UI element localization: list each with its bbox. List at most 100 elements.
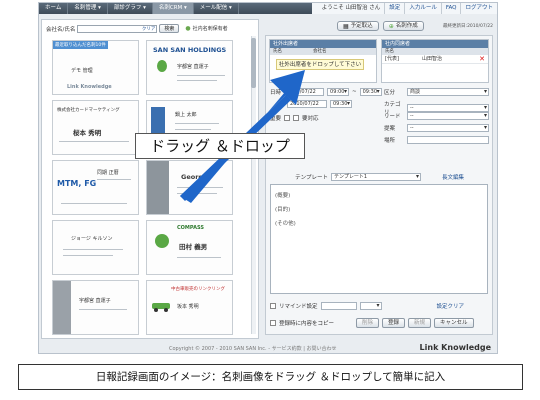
cancel-button[interactable]: キャンセル — [434, 318, 474, 328]
tilde-text: ~ — [352, 89, 357, 95]
car-icon — [152, 303, 170, 312]
card-text-line — [175, 129, 211, 130]
remind-date-input[interactable] — [320, 302, 357, 310]
card-text-line — [61, 203, 127, 204]
section-select[interactable]: 商談 — [407, 88, 489, 96]
place-input[interactable] — [407, 136, 489, 144]
nav-card-management[interactable]: 名刺管理 ▾ — [68, 3, 108, 14]
importance-checkbox[interactable] — [284, 115, 291, 121]
remind-time-select[interactable] — [359, 302, 382, 310]
internal-columns: 氏名 — [382, 48, 488, 55]
business-card[interactable]: 株式会社カードマーケティング 桜本 秀明 — [52, 100, 139, 155]
external-title: 社外出席者 — [270, 40, 376, 48]
settings-link[interactable]: 設定 — [384, 3, 404, 14]
importance-label: 重要 — [270, 116, 282, 122]
proposal-select[interactable]: -- — [407, 124, 489, 132]
scrollbar-thumb[interactable] — [251, 38, 256, 88]
logout-link[interactable]: ログアウト — [460, 3, 497, 14]
col-name: 氏名 — [385, 49, 394, 54]
card-company: 株式会社カードマーケティング — [57, 108, 120, 113]
create-card-label: 名刺作成 — [395, 22, 418, 29]
business-card[interactable]: 宇都宮 直運子 — [52, 280, 139, 335]
app-window: ホーム 名刺管理 ▾ 部診グラフ ▾ 名刺CRM ▾ メール配信 ▾ ようこそ … — [38, 2, 498, 354]
datetime-label: 日時 — [270, 90, 282, 96]
internal-role: [代表] — [385, 56, 399, 62]
purpose-section: (目的) — [275, 207, 291, 213]
template-label: テンプレート — [295, 175, 328, 181]
datetime-to-row: 2010/07/22 09:30 — [270, 100, 352, 108]
card-company: COMPASS — [177, 225, 204, 231]
template-select[interactable]: テンプレート1 — [331, 173, 421, 181]
business-card[interactable]: ジョージ キルソン — [52, 220, 139, 275]
remind-label: リマインド設定 — [279, 304, 318, 310]
date-from-input[interactable]: 2010/07/22 — [284, 88, 325, 96]
leaf-logo-icon — [157, 60, 167, 72]
new-button[interactable]: 新規 — [408, 318, 432, 328]
remind-checkbox[interactable] — [270, 303, 276, 309]
business-card[interactable]: George — [146, 160, 233, 215]
figure-caption: 日報記録画面のイメージ：名刺画像をドラッグ ＆ドロップして簡単に記入 — [18, 364, 523, 390]
card-name: 桜本 秀明 — [73, 129, 102, 137]
owner-label: 社内名刺保有者 — [192, 26, 228, 32]
business-card[interactable]: SAN SAN HOLDINGS 宇都宮 直運子 — [146, 40, 233, 95]
nav-mail[interactable]: メール配信 ▾ — [194, 3, 239, 14]
clear-link[interactable]: クリア — [142, 26, 156, 33]
followup-label: 要対応 — [302, 116, 319, 122]
internal-attendees-box: 社内同席者 氏名 [代表] 山田智治 ✕ — [381, 39, 489, 83]
remind-row: リマインド設定 設定クリア — [270, 302, 464, 310]
business-card[interactable]: MTM, FG 同期 正暦 — [52, 160, 139, 215]
business-card[interactable]: 最近取り込んだ名刺10件 デモ 管理 Link Knowledge — [52, 40, 139, 95]
top-nav: ホーム 名刺管理 ▾ 部診グラフ ▾ 名刺CRM ▾ メール配信 ▾ ようこそ … — [39, 3, 497, 14]
card-text-line — [177, 80, 217, 81]
card-text-line — [177, 193, 217, 194]
card-name: 宇都宮 直運子 — [177, 64, 209, 70]
business-card[interactable]: COMPASS 田村 義男 — [146, 220, 233, 275]
card-logo-block — [151, 107, 165, 135]
remind-clear-link[interactable]: 設定クリア — [437, 302, 465, 310]
nav-home[interactable]: ホーム — [39, 3, 69, 14]
col-company: 会社名 — [313, 49, 327, 54]
internal-row: [代表] 山田智治 ✕ — [382, 55, 488, 64]
drag-drop-callout: ドラッグ ＆ドロップ — [135, 133, 305, 159]
other-section: (その他) — [275, 221, 296, 227]
copy-checkbox[interactable] — [270, 320, 276, 326]
card-company: 中古車販売のリンクリング — [171, 287, 225, 292]
business-card[interactable]: 中古車販売のリンクリング 坂本 秀明 — [146, 280, 233, 335]
card-list-panel: 会社名/氏名 クリア 検索 ● 社内名刺保有者 最近取り込んだ名刺10件 デモ … — [41, 19, 259, 339]
card-text-line — [59, 141, 129, 142]
card-name: 田村 義男 — [179, 243, 208, 251]
internal-title: 社内同席者 — [382, 40, 488, 48]
report-form: 社外出席者 氏名 会社名 社外出席者をドロップして下さい 社内同席者 氏名 [代… — [265, 35, 493, 335]
card-company: SAN SAN HOLDINGS — [153, 46, 227, 54]
schedule-import-label: 予定取込 — [350, 22, 373, 29]
followup-checkbox[interactable] — [293, 115, 300, 121]
register-button[interactable]: 登録 — [382, 318, 406, 328]
copyright-text: Copyright © 2007 - 2010 SAN SAN Inc. - サ… — [169, 346, 337, 352]
faq-link[interactable]: FAQ — [440, 3, 461, 14]
nav-card-crm[interactable]: 名刺CRM ▾ — [152, 3, 194, 14]
delete-button[interactable]: 削除 — [356, 318, 380, 328]
report-body-textarea[interactable]: (概要) (目的) (その他) — [270, 184, 488, 294]
date-to-input[interactable]: 2010/07/22 — [287, 100, 327, 108]
drop-zone-note: 社外出席者をドロップして下さい — [276, 59, 364, 70]
flags-row: 重要 要対応 — [270, 114, 319, 122]
time-to-select-2[interactable]: 09:30 — [330, 100, 352, 108]
time-to-select[interactable]: 09:30 — [359, 88, 382, 96]
delete-icon[interactable]: ✕ — [479, 55, 485, 63]
section-label: 区分 — [384, 90, 396, 96]
lead-select[interactable]: -- — [407, 112, 489, 120]
category-select[interactable]: -- — [407, 104, 489, 112]
nav-graph[interactable]: 部診グラフ ▾ — [108, 3, 153, 14]
owner-filter[interactable]: ● 社内名刺保有者 — [185, 25, 227, 32]
lead-row: リード -- — [384, 112, 489, 120]
time-from-select[interactable]: 09:00 — [327, 88, 350, 96]
search-input[interactable]: クリア — [77, 24, 158, 33]
plus-icon: ⊕ — [388, 22, 394, 30]
search-button[interactable]: 検索 — [159, 24, 180, 33]
long-edit-link[interactable]: 長文編集 — [442, 173, 464, 181]
card-photo-strip — [147, 161, 169, 214]
schedule-import-button[interactable]: ▦ 予定取込 — [337, 21, 379, 31]
create-card-button[interactable]: ⊕ 名刺作成 — [382, 21, 424, 31]
lead-label: リード — [384, 114, 401, 120]
input-rule-link[interactable]: 入力ルール — [404, 3, 441, 14]
